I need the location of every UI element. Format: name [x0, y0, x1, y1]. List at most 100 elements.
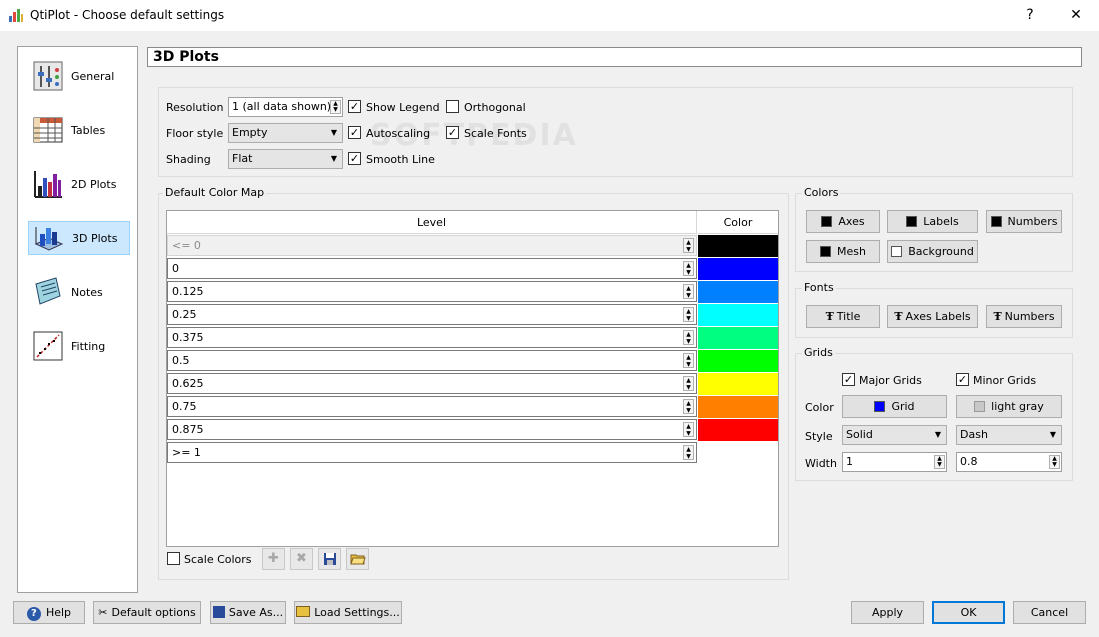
- color-swatch: [990, 216, 1002, 227]
- resolution-spinbox[interactable]: 1 (all data shown) ▲ ▼: [228, 97, 343, 117]
- apply-button[interactable]: Apply: [851, 601, 924, 624]
- qtiplot-app-icon: [9, 9, 23, 22]
- level-color-cell[interactable]: [698, 373, 778, 395]
- spin-arrows-icon[interactable]: ▲ ▼: [683, 399, 694, 414]
- scale-colors-checkbox[interactable]: [167, 552, 180, 565]
- level-cell[interactable]: 0.125 ▲ ▼: [167, 281, 697, 302]
- shading-combo[interactable]: Flat ▼: [228, 149, 343, 169]
- scale-fonts-label: Scale Fonts: [464, 127, 527, 140]
- help-button[interactable]: ? Help: [13, 601, 85, 624]
- open-folder-icon: [296, 606, 311, 617]
- background-color-button[interactable]: Background: [887, 240, 978, 263]
- ok-button[interactable]: OK: [932, 601, 1005, 624]
- spin-arrows-icon[interactable]: ▲ ▼: [683, 261, 694, 276]
- sidebar-item-fitting[interactable]: Fitting: [28, 330, 130, 364]
- load-colormap-button[interactable]: [346, 548, 369, 570]
- level-color-cell[interactable]: [698, 396, 778, 418]
- save-as-button[interactable]: Save As...: [210, 601, 286, 624]
- color-column-header[interactable]: Color: [698, 211, 778, 234]
- floor-style-value: Empty: [232, 126, 268, 139]
- close-window-button[interactable]: ✕: [1053, 0, 1099, 31]
- title-font-label: Title: [836, 310, 861, 323]
- major-grids-checkbox[interactable]: ✓: [842, 373, 855, 386]
- shading-label: Shading: [166, 153, 211, 166]
- minor-grids-checkbox[interactable]: ✓: [956, 373, 969, 386]
- checkmark-icon: ✓: [447, 126, 458, 139]
- spin-arrows-icon[interactable]: ▲ ▼: [683, 376, 694, 391]
- scale-fonts-checkbox[interactable]: ✓: [446, 126, 459, 139]
- major-grid-width-spinbox[interactable]: 1 ▲ ▼: [842, 452, 947, 472]
- level-color-cell[interactable]: [698, 258, 778, 280]
- numbers-color-button[interactable]: Numbers: [986, 210, 1062, 233]
- spin-arrows-icon[interactable]: ▲ ▼: [330, 100, 341, 114]
- spin-arrows-icon[interactable]: ▲ ▼: [683, 422, 694, 437]
- axes-labels-font-button[interactable]: Ŧ Axes Labels: [887, 305, 978, 328]
- labels-color-button[interactable]: Labels: [887, 210, 978, 233]
- default-options-button[interactable]: ✂ Default options: [93, 601, 201, 624]
- spin-arrows-icon[interactable]: ▲ ▼: [683, 445, 694, 460]
- level-value: 0.5: [172, 354, 190, 367]
- level-cell[interactable]: 0.5 ▲ ▼: [167, 350, 697, 371]
- cancel-button[interactable]: Cancel: [1013, 601, 1086, 624]
- level-color-cell[interactable]: [698, 419, 778, 441]
- level-color-cell[interactable]: [698, 281, 778, 303]
- save-colormap-button[interactable]: [318, 548, 341, 570]
- major-grid-width-value: 1: [846, 455, 853, 468]
- spin-arrows-icon[interactable]: ▲ ▼: [683, 284, 694, 299]
- major-grid-style-combo[interactable]: Solid ▼: [842, 425, 947, 445]
- level-cell[interactable]: 0.875 ▲ ▼: [167, 419, 697, 440]
- numbers-font-button[interactable]: Ŧ Numbers: [986, 305, 1062, 328]
- smooth-line-checkbox[interactable]: ✓: [348, 152, 361, 165]
- spin-arrows-icon[interactable]: ▲ ▼: [683, 307, 694, 322]
- sidebar-item-general[interactable]: General: [28, 60, 130, 94]
- level-cell[interactable]: >= 1 ▲ ▼: [167, 442, 697, 463]
- grid-width-label: Width: [805, 457, 837, 470]
- mesh-color-button[interactable]: Mesh: [806, 240, 880, 263]
- show-legend-checkbox[interactable]: ✓: [348, 100, 361, 113]
- level-value: 0.375: [172, 331, 204, 344]
- level-cell[interactable]: 0.25 ▲ ▼: [167, 304, 697, 325]
- minor-grid-style-value: Dash: [960, 428, 988, 441]
- spin-arrows-icon[interactable]: ▲ ▼: [683, 353, 694, 368]
- spin-arrows-icon: ▲ ▼: [683, 238, 694, 253]
- minor-grid-width-spinbox[interactable]: 0.8 ▲ ▼: [956, 452, 1062, 472]
- level-color-cell[interactable]: [698, 304, 778, 326]
- sidebar-item-2d-plots[interactable]: 2D Plots: [28, 168, 130, 202]
- level-cell[interactable]: 0.625 ▲ ▼: [167, 373, 697, 394]
- spin-arrows-icon[interactable]: ▲ ▼: [683, 330, 694, 345]
- level-cell[interactable]: 0.75 ▲ ▼: [167, 396, 697, 417]
- fitting-icon: [33, 331, 63, 361]
- level-color-cell[interactable]: [698, 235, 778, 257]
- level-cell[interactable]: 0 ▲ ▼: [167, 258, 697, 279]
- delete-level-button[interactable]: ✖: [290, 548, 313, 570]
- insert-level-button[interactable]: ✚: [262, 548, 285, 570]
- level-column-header[interactable]: Level: [167, 211, 697, 234]
- sidebar-item-notes[interactable]: Notes: [28, 276, 130, 310]
- autoscaling-checkbox[interactable]: ✓: [348, 126, 361, 139]
- level-color-cell[interactable]: [698, 327, 778, 349]
- help-title-button[interactable]: ?: [1007, 0, 1053, 31]
- level-color-cell[interactable]: [698, 442, 778, 464]
- numbers-color-label: Numbers: [1007, 215, 1058, 228]
- spin-arrows-icon[interactable]: ▲ ▼: [934, 455, 945, 469]
- color-map-title: Default Color Map: [163, 186, 267, 199]
- major-grid-color-button[interactable]: Grid: [842, 395, 947, 418]
- load-settings-button[interactable]: Load Settings...: [294, 601, 402, 624]
- floor-style-combo[interactable]: Empty ▼: [228, 123, 343, 143]
- minor-grid-style-combo[interactable]: Dash ▼: [956, 425, 1062, 445]
- background-color-label: Background: [908, 245, 974, 258]
- orthogonal-checkbox[interactable]: [446, 100, 459, 113]
- plus-icon: ✚: [268, 551, 279, 566]
- minor-grid-color-button[interactable]: light gray: [956, 395, 1062, 418]
- level-color-cell[interactable]: [698, 350, 778, 372]
- level-cell[interactable]: 0.375 ▲ ▼: [167, 327, 697, 348]
- spin-arrows-icon[interactable]: ▲ ▼: [1049, 455, 1060, 469]
- sidebar-item-3d-plots[interactable]: 3D Plots: [28, 221, 130, 255]
- color-swatch: [820, 246, 832, 257]
- default-options-label: Default options: [111, 606, 196, 619]
- sidebar-item-tables[interactable]: Tables: [28, 114, 130, 148]
- resolution-label: Resolution: [166, 101, 224, 114]
- color-swatch: [906, 216, 918, 227]
- axes-color-button[interactable]: Axes: [806, 210, 880, 233]
- title-font-button[interactable]: Ŧ Title: [806, 305, 880, 328]
